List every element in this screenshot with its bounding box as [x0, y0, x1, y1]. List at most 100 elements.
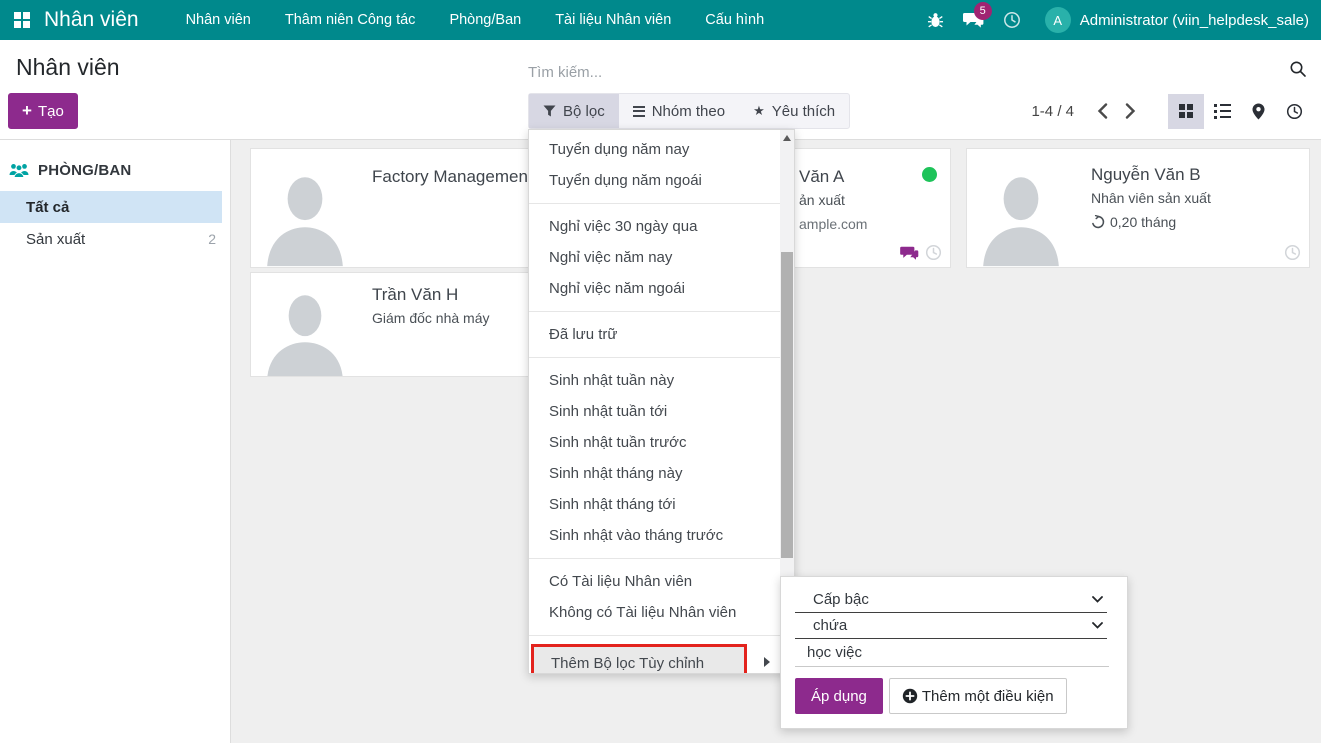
- scroll-up-arrow-icon: [783, 135, 791, 141]
- scrollbar-thumb[interactable]: [781, 252, 793, 558]
- clock-icon: [1003, 11, 1021, 29]
- menu-phong-ban[interactable]: Phòng/Ban: [432, 0, 538, 40]
- record-count: 2: [208, 231, 216, 247]
- sidebar-item-label: Sản xuất: [26, 231, 85, 248]
- app-brand-title[interactable]: Nhân viên: [44, 8, 139, 32]
- user-menu[interactable]: Administrator (viin_helpdesk_sale): [1080, 12, 1309, 29]
- departments-sidebar: PHÒNG/BAN Tất cả Sản xuất 2: [0, 140, 231, 743]
- online-status-dot: [922, 167, 937, 182]
- add-custom-filter-label: Thêm Bộ lọc Tùy chỉnh: [551, 655, 704, 672]
- menu-tai-lieu[interactable]: Tài liệu Nhân viên: [538, 0, 688, 40]
- submenu-arrow-icon: [764, 657, 770, 667]
- filter-item[interactable]: Không có Tài liệu Nhân viên: [529, 597, 782, 628]
- activity-view-button[interactable]: [1276, 94, 1312, 129]
- filter-value-input[interactable]: [795, 639, 1109, 667]
- search-icon: [1289, 60, 1307, 78]
- favorites-button[interactable]: ★ Yêu thích: [739, 94, 849, 128]
- pager-next-button[interactable]: [1116, 94, 1144, 128]
- history-icon: [1091, 215, 1105, 229]
- messages-button[interactable]: 5: [955, 0, 993, 40]
- apps-menu-button[interactable]: [0, 0, 44, 40]
- sidebar-item-all[interactable]: Tất cả: [0, 191, 222, 223]
- menu-divider: [529, 357, 782, 358]
- sidebar-header: PHÒNG/BAN: [0, 140, 230, 191]
- user-avatar[interactable]: A: [1045, 7, 1071, 33]
- filter-item[interactable]: Sinh nhật tuần trước: [529, 427, 782, 458]
- plus-circle-icon: [902, 688, 918, 704]
- debug-bug-icon[interactable]: [917, 0, 955, 40]
- add-custom-filter-item[interactable]: Thêm Bộ lọc Tùy chỉnh: [531, 644, 747, 674]
- filter-item[interactable]: Đã lưu trữ: [529, 319, 782, 350]
- card-activity-clock-icon[interactable]: [1284, 244, 1301, 261]
- filter-item[interactable]: Sinh nhật tháng này: [529, 458, 782, 489]
- sidebar-item-san-xuat[interactable]: Sản xuất 2: [0, 223, 230, 255]
- kanban-view-button[interactable]: [1168, 94, 1204, 129]
- filter-item[interactable]: Có Tài liệu Nhân viên: [529, 566, 782, 597]
- list-icon: [1214, 104, 1231, 119]
- employee-card-nguyen-van-b[interactable]: Nguyễn Văn B Nhân viên sản xuất 0,20 thá…: [966, 148, 1310, 268]
- menu-tham-nien[interactable]: Thâm niên Công tác: [268, 0, 433, 40]
- top-navbar: Nhân viên Nhân viên Thâm niên Công tác P…: [0, 0, 1321, 40]
- menu-divider: [529, 311, 782, 312]
- apps-grid-icon: [14, 12, 30, 28]
- create-button[interactable]: + Tạo: [8, 93, 78, 129]
- operator-select[interactable]: chứa: [795, 613, 1107, 639]
- filters-button-label: Bộ lọc: [563, 103, 605, 120]
- plus-icon: +: [22, 101, 32, 121]
- employee-name: Nguyễn Văn B: [1091, 165, 1303, 185]
- custom-filter-panel: Cấp bậc chứa Áp dụng Thêm một điều kiện: [780, 576, 1128, 729]
- pager-zone: 1-4 / 4: [1031, 93, 1312, 129]
- operator-select-value: chứa: [795, 617, 847, 634]
- chevron-left-icon: [1097, 103, 1108, 119]
- filter-item[interactable]: Nghỉ việc năm nay: [529, 242, 782, 273]
- map-view-button[interactable]: [1240, 94, 1276, 129]
- apply-filter-button[interactable]: Áp dụng: [795, 678, 883, 714]
- filter-item[interactable]: Sinh nhật vào tháng trước: [529, 520, 782, 551]
- menu-divider: [529, 558, 782, 559]
- filter-item[interactable]: Tuyển dụng năm ngoái: [529, 165, 782, 196]
- chevron-down-icon: [1092, 622, 1103, 629]
- search-input[interactable]: [528, 58, 1278, 86]
- card-chat-icon[interactable]: [900, 245, 919, 261]
- sidebar-section-title: PHÒNG/BAN: [38, 162, 131, 179]
- favorites-button-label: Yêu thích: [772, 103, 835, 120]
- employee-job: Nhân viên sản xuất: [1091, 190, 1303, 206]
- menu-nhan-vien[interactable]: Nhân viên: [169, 0, 268, 40]
- filter-item[interactable]: Sinh nhật tuần này: [529, 365, 782, 396]
- list-view-button[interactable]: [1204, 94, 1240, 129]
- search-options-bar: Bộ lọc Nhóm theo ★ Yêu thích: [528, 93, 850, 129]
- menu-divider: [529, 203, 782, 204]
- pager-counter: 1-4 / 4: [1031, 103, 1074, 120]
- control-panel: Nhân viên + Tạo Bộ lọc Nhóm theo ★ Yêu t…: [0, 40, 1321, 140]
- groupby-button[interactable]: Nhóm theo: [619, 94, 739, 128]
- filters-dropdown-menu: Tuyển dụng năm nay Tuyển dụng năm ngoái …: [528, 129, 795, 674]
- star-icon: ★: [753, 103, 765, 119]
- add-condition-button[interactable]: Thêm một điều kiện: [889, 678, 1067, 714]
- field-select-value: Cấp bậc: [795, 591, 869, 608]
- filter-item[interactable]: Nghỉ việc năm ngoái: [529, 273, 782, 304]
- menu-divider: [529, 635, 782, 636]
- map-pin-icon: [1252, 103, 1265, 120]
- groupby-bars-icon: [633, 106, 645, 117]
- field-select[interactable]: Cấp bậc: [795, 587, 1107, 613]
- filter-item[interactable]: Nghỉ việc 30 ngày qua: [529, 211, 782, 242]
- filter-item[interactable]: Sinh nhật tuần tới: [529, 396, 782, 427]
- employee-avatar: [259, 281, 351, 376]
- card-activity-clock-icon[interactable]: [925, 244, 942, 261]
- seniority-value: 0,20 tháng: [1110, 214, 1176, 230]
- messages-count-badge: 5: [974, 2, 992, 20]
- employees-group-icon: [9, 163, 29, 178]
- activities-button[interactable]: [993, 0, 1031, 40]
- kanban-icon: [1179, 104, 1193, 118]
- filter-item[interactable]: Sinh nhật tháng tới: [529, 489, 782, 520]
- sidebar-item-label: Tất cả: [26, 199, 69, 216]
- filters-button[interactable]: Bộ lọc: [529, 94, 619, 128]
- menu-cau-hinh[interactable]: Cấu hình: [688, 0, 781, 40]
- groupby-button-label: Nhóm theo: [652, 103, 725, 120]
- filter-item[interactable]: Tuyển dụng năm nay: [529, 134, 782, 165]
- create-button-label: Tạo: [38, 103, 64, 120]
- add-condition-label: Thêm một điều kiện: [922, 688, 1054, 705]
- pager-previous-button[interactable]: [1088, 94, 1116, 128]
- search-button[interactable]: [1289, 60, 1307, 81]
- chevron-down-icon: [1092, 596, 1103, 603]
